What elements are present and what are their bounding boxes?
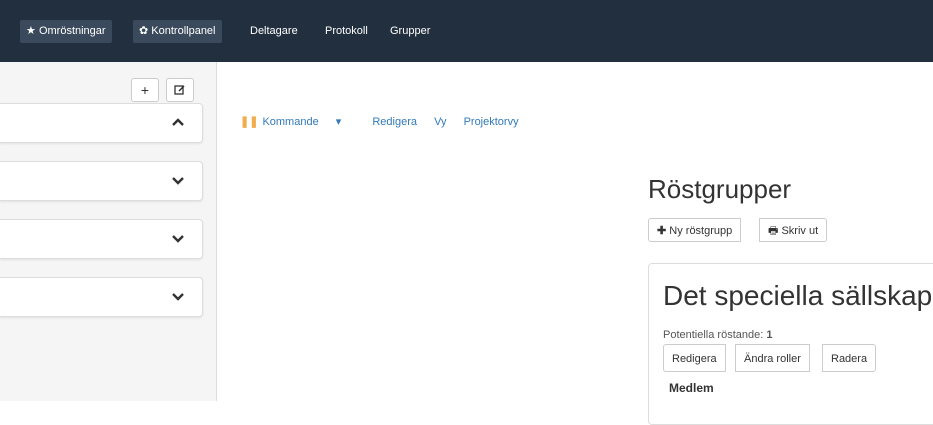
- chevron-down-icon: [172, 293, 184, 301]
- top-navbar: ★ Omröstningar ✿ Kontrollpanel Deltagare…: [0, 0, 933, 62]
- dropdown-label: Kommande: [262, 116, 319, 128]
- group-name: Det speciella sällskape: [663, 280, 933, 311]
- member-heading: Medlem: [669, 381, 714, 395]
- potential-label: Potentiella röstande:: [663, 329, 764, 341]
- sidebar-panel-4[interactable]: [0, 277, 203, 317]
- page-title: Röstgrupper: [648, 174, 792, 204]
- nav-kontrollpanel[interactable]: ✿ Kontrollpanel: [133, 20, 222, 43]
- star-icon: ★: [26, 25, 36, 37]
- kommande-dropdown[interactable]: ❚❚ Kommande ▾: [240, 116, 355, 128]
- edit-button[interactable]: [166, 78, 194, 102]
- edit-icon: [174, 85, 185, 95]
- nav-label: Omröstningar: [38, 25, 106, 37]
- redigera-link[interactable]: Redigera: [372, 116, 417, 128]
- potential-count: 1: [766, 329, 773, 341]
- chevron-down-icon: [172, 235, 184, 243]
- projektorvy-link[interactable]: Projektorvy: [464, 116, 519, 128]
- nav-deltagare[interactable]: Deltagare: [244, 22, 304, 40]
- print-button[interactable]: 🖶 Skriv ut: [759, 218, 828, 242]
- chevron-up-icon: [172, 118, 184, 126]
- delete-button[interactable]: Radera: [822, 344, 877, 372]
- vy-link[interactable]: Vy: [434, 116, 446, 128]
- add-button[interactable]: +: [131, 78, 159, 102]
- sidebar-panel-1[interactable]: [0, 103, 203, 143]
- button-label: Ny röstgrupp: [669, 225, 733, 237]
- edit-group-button[interactable]: Redigera: [663, 344, 726, 372]
- potential-voters: Potentiella röstande: 1: [663, 329, 772, 341]
- print-icon: 🖶: [768, 225, 779, 237]
- nav-label: Kontrollpanel: [151, 25, 216, 37]
- plus-icon: ✚: [657, 225, 667, 237]
- nav-omrostningar[interactable]: ★ Omröstningar: [20, 20, 112, 43]
- nav-protokoll[interactable]: Protokoll: [319, 22, 374, 40]
- new-group-button[interactable]: ✚ Ny röstgrupp: [648, 218, 742, 242]
- sidebar-panel-2[interactable]: [0, 161, 203, 201]
- gear-icon: ✿: [139, 25, 149, 37]
- sidebar-panel-3[interactable]: [0, 219, 203, 259]
- chevron-down-icon: [172, 177, 184, 185]
- change-roles-button[interactable]: Ändra roller: [735, 344, 810, 372]
- nav-grupper[interactable]: Grupper: [384, 22, 436, 40]
- button-label: Skriv ut: [781, 225, 819, 237]
- caret-down-icon: ▾: [335, 116, 342, 128]
- sub-navbar: ❚❚ Kommande ▾ Redigera Vy Projektorvy: [240, 115, 533, 128]
- pause-icon: ❚❚: [240, 116, 259, 128]
